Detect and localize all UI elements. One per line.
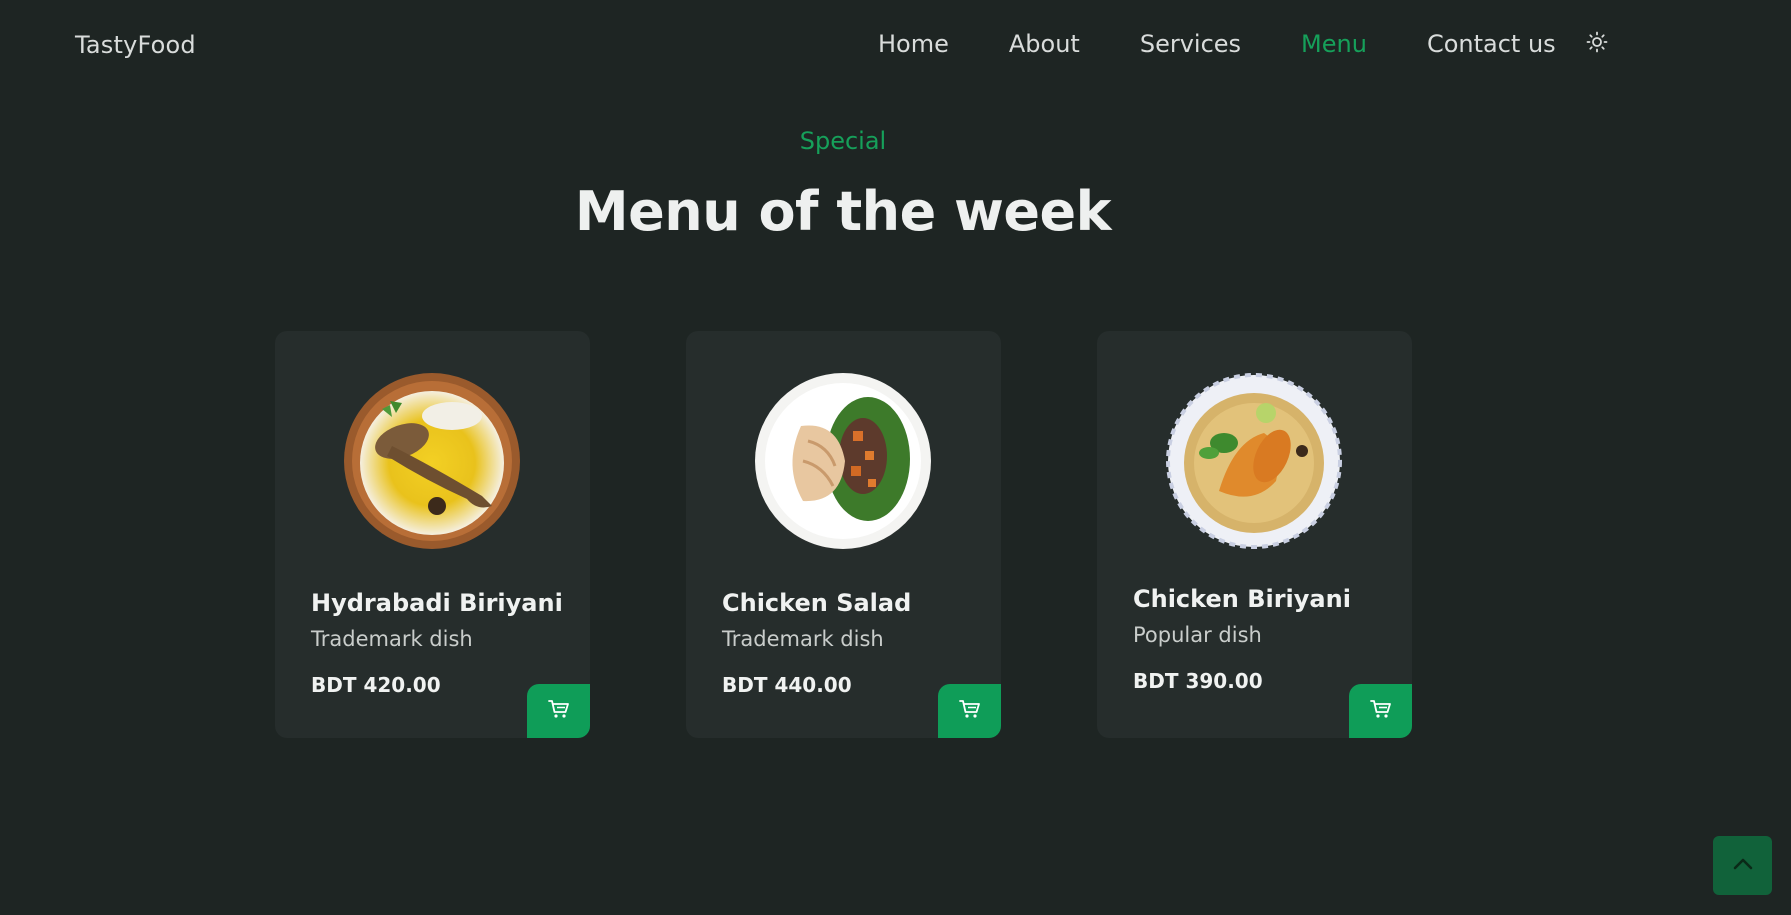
nav-services[interactable]: Services [1140, 30, 1241, 58]
menu-card: Hydrabadi Biriyani Trademark dish BDT 42… [275, 331, 590, 738]
main-nav: Home About Services Menu Contact us [878, 30, 1608, 58]
dish-description: Popular dish [1133, 623, 1262, 647]
scroll-to-top-button[interactable] [1713, 836, 1772, 895]
dish-price: BDT 440.00 [722, 673, 852, 697]
nav-home[interactable]: Home [878, 30, 949, 58]
cart-icon [547, 699, 570, 723]
nav-contact[interactable]: Contact us [1427, 30, 1556, 58]
dish-description: Trademark dish [722, 627, 884, 651]
chevron-up-icon [1731, 856, 1755, 876]
menu-card: Chicken Biriyani Popular dish BDT 390.00 [1097, 331, 1412, 738]
nav-menu[interactable]: Menu [1301, 30, 1367, 58]
biryani-plate-icon [342, 371, 522, 551]
nav-about[interactable]: About [1009, 30, 1080, 58]
dish-name: Hydrabadi Biriyani [311, 589, 563, 617]
logo[interactable]: TastyFood [75, 31, 196, 59]
cart-icon [1369, 699, 1392, 723]
dish-description: Trademark dish [311, 627, 473, 651]
dish-name: Chicken Biriyani [1133, 585, 1351, 613]
page: TastyFood Home About Services Menu Conta… [0, 0, 1791, 915]
section-title: Menu of the week [574, 180, 1112, 243]
add-to-cart-button[interactable] [527, 684, 590, 738]
site-header: TastyFood Home About Services Menu Conta… [0, 0, 1791, 94]
sun-icon[interactable] [1586, 31, 1608, 53]
section-eyebrow: Special [799, 127, 887, 155]
add-to-cart-button[interactable] [1349, 684, 1412, 738]
dish-name: Chicken Salad [722, 589, 912, 617]
dish-price: BDT 390.00 [1133, 669, 1263, 693]
dish-price: BDT 420.00 [311, 673, 441, 697]
add-to-cart-button[interactable] [938, 684, 1001, 738]
cart-icon [958, 699, 981, 723]
biryani-bowl-icon [1164, 371, 1344, 551]
menu-card: Chicken Salad Trademark dish BDT 440.00 [686, 331, 1001, 738]
salad-plate-icon [753, 371, 933, 551]
